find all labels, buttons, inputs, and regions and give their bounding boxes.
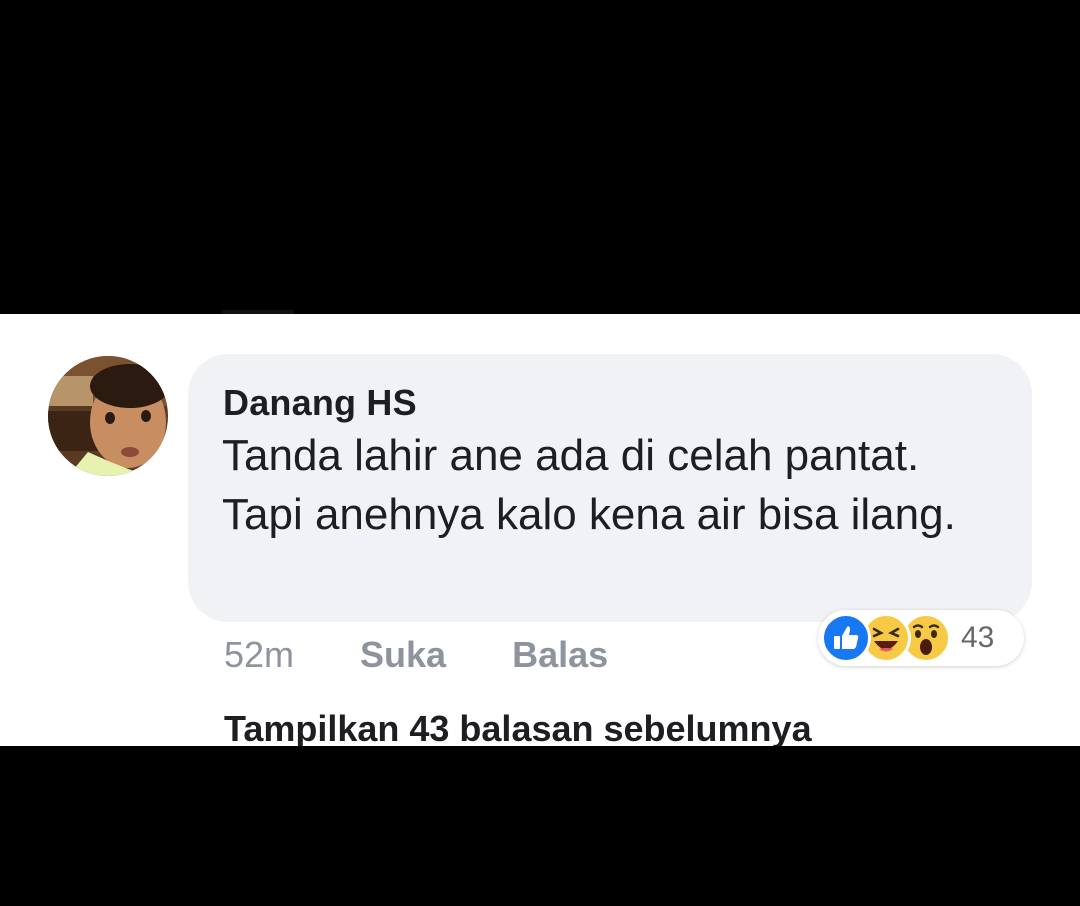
reply-button[interactable]: Balas: [512, 634, 608, 676]
comment-author[interactable]: Danang HS: [223, 382, 417, 424]
reaction-count: 43: [961, 621, 995, 654]
bottom-letterbox: [0, 746, 1080, 906]
comment-actions: 52m Suka Balas: [224, 630, 608, 680]
avatar[interactable]: [48, 356, 168, 476]
comment-timestamp[interactable]: 52m: [224, 634, 294, 676]
comment-panel: Danang HS Tanda lahir ane ada di celah p…: [0, 314, 1080, 746]
comment-bubble[interactable]: Danang HS Tanda lahir ane ada di celah p…: [188, 354, 1032, 622]
avatar-photo: [48, 356, 168, 476]
comment-text: Tanda lahir ane ada di celah pantat. Tap…: [222, 431, 956, 539]
like-icon: [821, 613, 871, 663]
reaction-summary[interactable]: 43: [818, 610, 1024, 666]
top-letterbox: [0, 0, 1080, 314]
like-button[interactable]: Suka: [360, 634, 446, 676]
show-previous-replies-link[interactable]: Tampilkan 43 balasan sebelumnya: [224, 708, 812, 746]
